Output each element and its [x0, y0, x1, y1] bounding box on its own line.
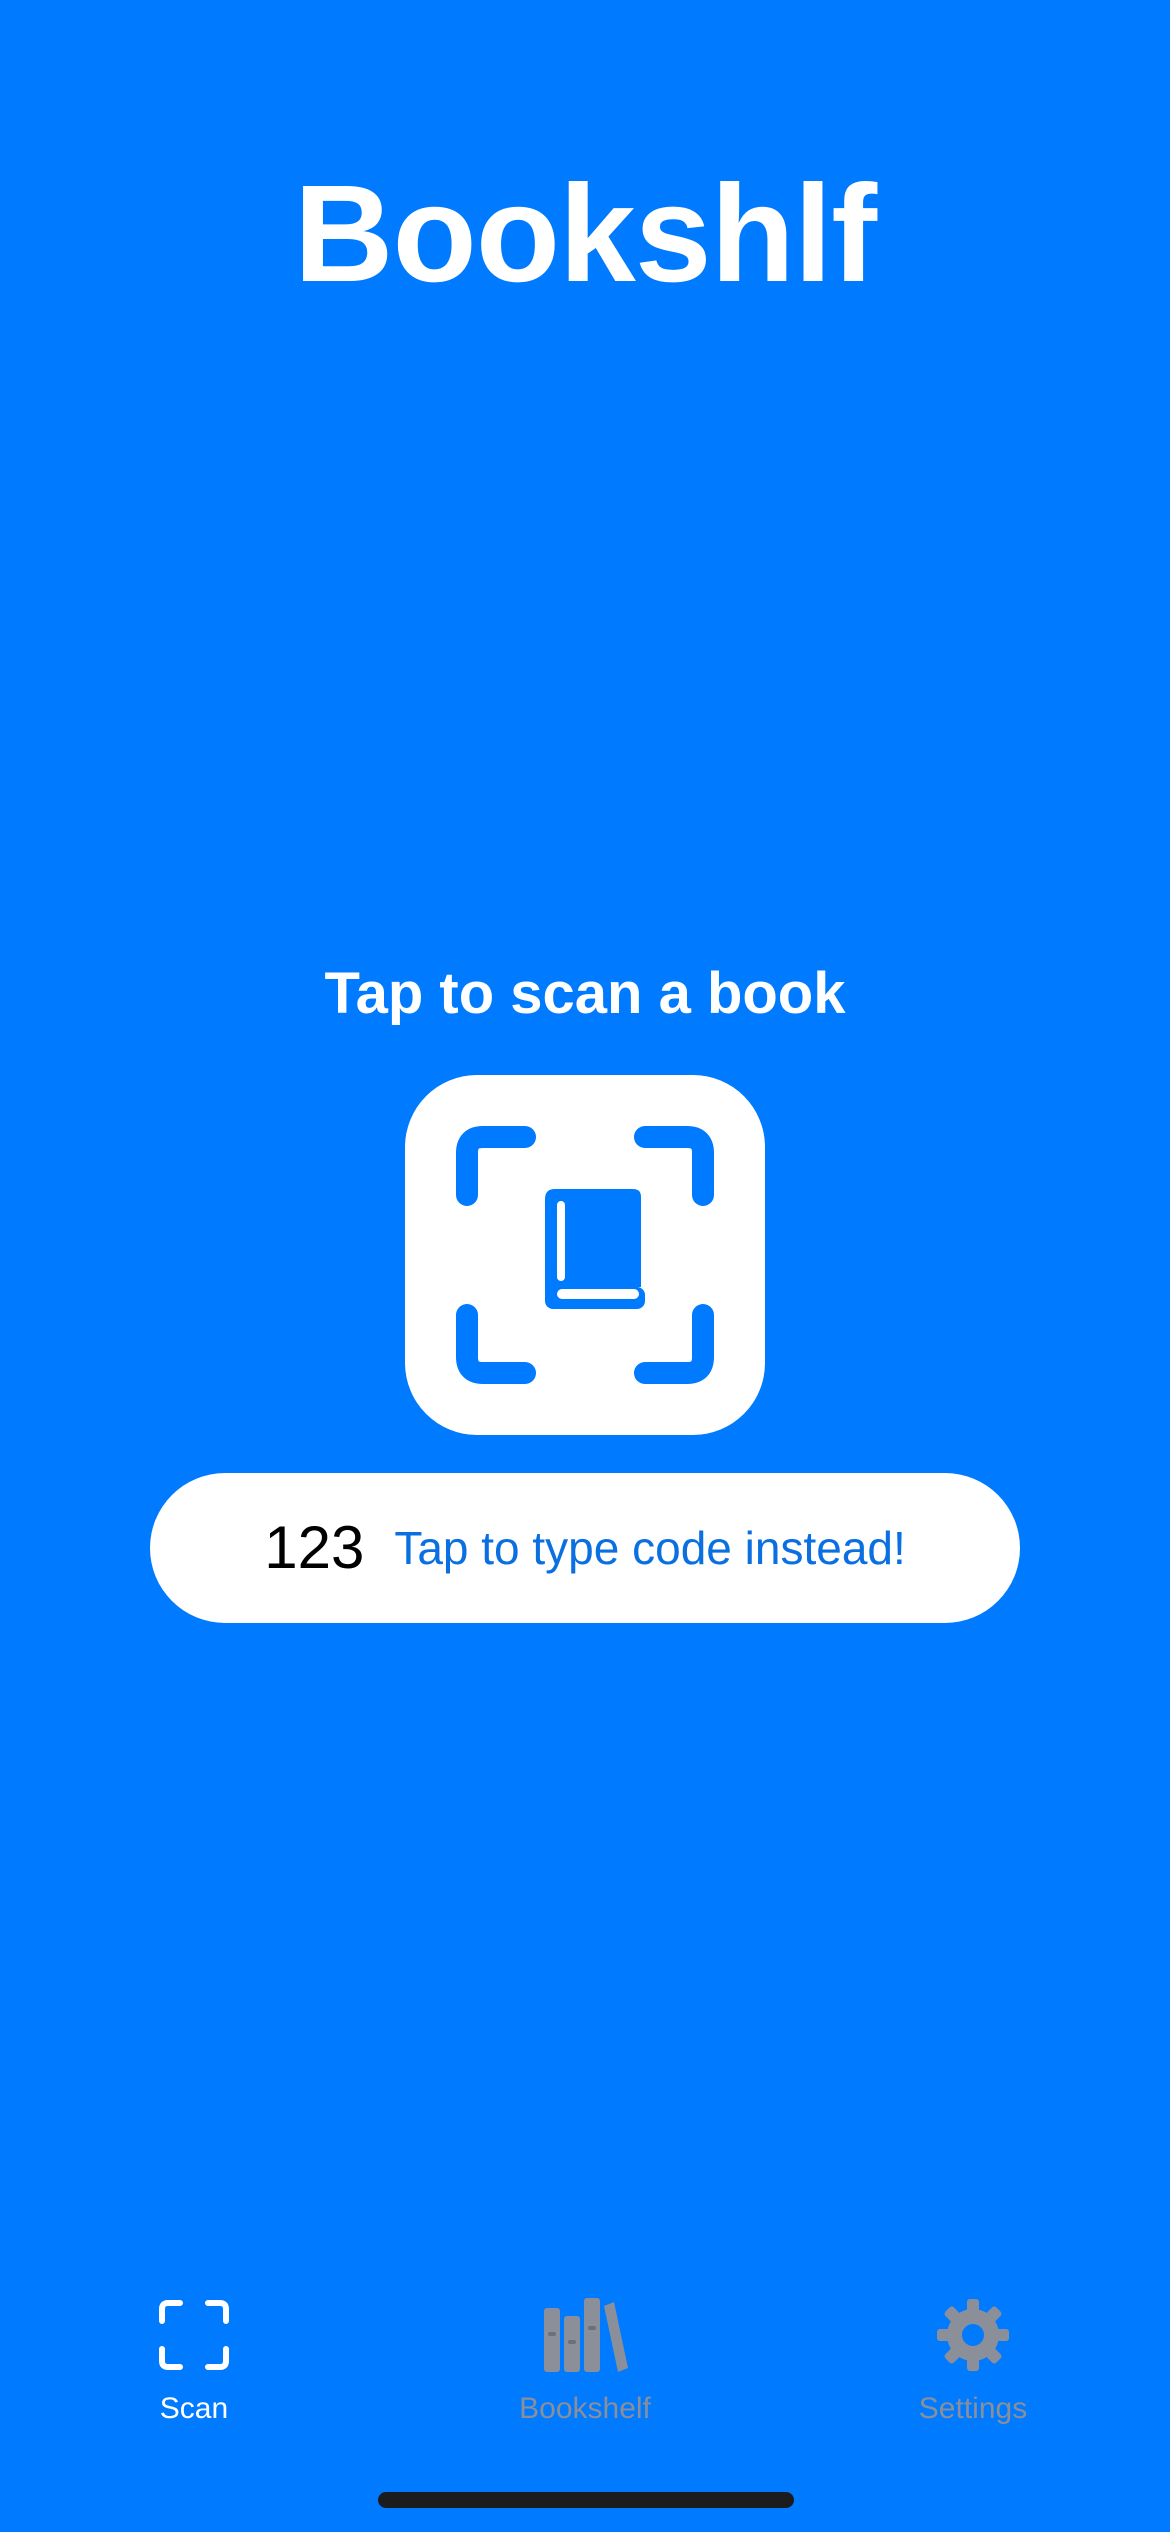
type-code-label: Tap to type code instead!	[394, 1522, 906, 1574]
book-in-viewfinder-icon	[456, 1126, 714, 1384]
viewfinder-icon	[149, 2290, 239, 2380]
books-icon	[540, 2290, 630, 2380]
tab-bar: Scan Bookshelf Settings	[0, 2290, 1170, 2440]
tab-bookshelf[interactable]: Bookshelf	[435, 2290, 735, 2440]
tab-settings[interactable]: Settings	[823, 2290, 1123, 2440]
scan-prompt: Tap to scan a book	[324, 961, 846, 1026]
type-code-button[interactable]: 123 Tap to type code instead!	[150, 1473, 1020, 1623]
app-title: Bookshlf	[293, 157, 877, 311]
tab-scan[interactable]: Scan	[44, 2290, 344, 2440]
home-indicator	[378, 2492, 794, 2508]
scan-book-button[interactable]	[405, 1075, 765, 1435]
number-pad-icon: 123	[264, 1514, 365, 1581]
gear-icon	[928, 2290, 1018, 2380]
tab-bookshelf-label: Bookshelf	[519, 2392, 651, 2425]
tab-settings-label: Settings	[918, 2392, 1028, 2425]
tab-scan-label: Scan	[159, 2392, 229, 2425]
